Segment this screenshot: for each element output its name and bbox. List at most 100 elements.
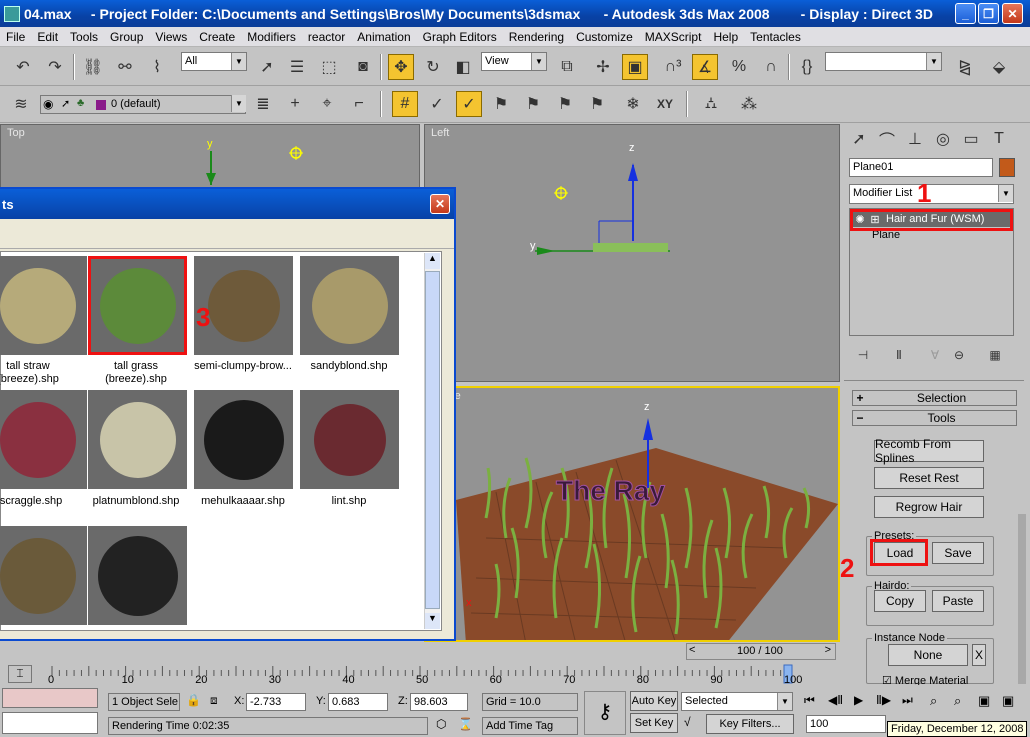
set-key-icon[interactable]: ⚷	[584, 691, 626, 735]
spinner-snap-icon[interactable]: ∩	[758, 54, 784, 80]
menu-edit[interactable]: Edit	[31, 30, 64, 44]
configure-sets-icon[interactable]: ▦	[982, 342, 1008, 368]
current-frame-field[interactable]: 100	[806, 715, 886, 733]
axis-constraint-icon[interactable]: XY	[652, 91, 678, 117]
manipulate-icon[interactable]: ✢	[590, 54, 616, 80]
tools-rollout[interactable]: − Tools	[852, 410, 1017, 426]
time-slider[interactable]: < 100 / 100 >	[686, 643, 836, 660]
default-tangent-icon[interactable]: √	[684, 715, 691, 729]
object-name-field[interactable]: Plane01	[849, 158, 993, 177]
menu-customize[interactable]: Customize	[570, 30, 639, 44]
mirror-icon[interactable]: ⧎	[952, 54, 978, 80]
preset-thumb-brown[interactable]	[0, 526, 87, 625]
snap-vertex-icon[interactable]: ✓	[456, 91, 482, 117]
lock-selection-icon[interactable]: 🔒	[186, 693, 201, 707]
reactor-icon[interactable]: ⛼	[698, 91, 724, 117]
angle-snap-icon[interactable]: ∡	[692, 54, 718, 80]
auto-key-button[interactable]: Auto Key	[630, 691, 678, 711]
create-layer-icon[interactable]: ≣	[250, 91, 276, 117]
previous-frame-icon[interactable]: ◀Ⅱ	[828, 693, 843, 707]
time-tag-icon[interactable]: ⌛	[458, 717, 473, 731]
x-coordinate-field[interactable]: -2.733	[246, 693, 306, 711]
zoom-extents-all-icon[interactable]: ▣	[1002, 693, 1014, 709]
layer-dropdown[interactable]: ◉ ➚ ♣ 0 (default) ▼	[40, 95, 246, 114]
menu-reactor[interactable]: reactor	[302, 30, 351, 44]
selection-lock-icon[interactable]: ⬡	[436, 717, 446, 731]
move-icon[interactable]: ✥	[388, 54, 414, 80]
snap-options-icon[interactable]: ❄	[620, 91, 646, 117]
modifier-list-dropdown[interactable]: Modifier List ▼	[849, 184, 1014, 204]
rotate-icon[interactable]: ↻	[420, 54, 446, 80]
next-frame-icon[interactable]: Ⅱ▶	[876, 693, 891, 707]
preset-list-scrollbar[interactable]: ▲ ▼	[424, 253, 440, 629]
preset-thumb-mehulkaaaar[interactable]	[194, 390, 293, 489]
particle-icon[interactable]: ⁂	[736, 91, 762, 117]
preset-thumb-sandyblond[interactable]	[300, 256, 399, 355]
scroll-up-icon[interactable]: ▲	[425, 253, 440, 269]
preset-list[interactable]: tall straw (breeze).shp tall grass (bree…	[0, 251, 442, 631]
key-filters-button[interactable]: Key Filters...	[706, 714, 794, 734]
scroll-down-icon[interactable]: ▼	[425, 613, 440, 629]
add-selection-icon[interactable]: +	[282, 91, 308, 117]
named-selection-dropdown[interactable]: ▼	[825, 52, 942, 71]
minimize-button[interactable]: _	[955, 3, 976, 24]
dialog-close-button[interactable]: ✕	[430, 194, 450, 214]
menu-views[interactable]: Views	[149, 30, 193, 44]
menu-file[interactable]: File	[0, 30, 31, 44]
hierarchy-tab-icon[interactable]: ⊥	[902, 126, 928, 152]
snap-3d-icon[interactable]: ∩³	[660, 54, 686, 80]
panel-scrollbar[interactable]	[1018, 514, 1026, 684]
percent-snap-icon[interactable]: %	[726, 54, 752, 80]
rect-selection-icon[interactable]: ⬚	[316, 54, 342, 80]
paste-hairdo-button[interactable]: Paste	[932, 590, 984, 612]
viewport-perspective[interactable]: ective z x The Ray	[424, 386, 840, 642]
keyboard-shortcut-override-icon[interactable]: ▣	[622, 54, 648, 80]
preset-thumb-tall-grass[interactable]	[88, 256, 187, 355]
selection-rollout[interactable]: + Selection	[852, 390, 1017, 406]
menu-animation[interactable]: Animation	[351, 30, 416, 44]
viewport-left[interactable]: Left z y	[424, 124, 840, 382]
zoom-all-icon[interactable]: ⌕	[954, 693, 961, 709]
pin-stack-icon[interactable]: ⊣	[850, 342, 876, 368]
make-unique-icon[interactable]: ∀	[922, 342, 948, 368]
zoom-icon[interactable]: ⌕	[930, 693, 937, 709]
select-in-layer-icon[interactable]: ⌖	[314, 91, 340, 117]
absolute-mode-icon[interactable]: ⧈	[210, 693, 218, 708]
select-object-icon[interactable]: ➚	[254, 54, 280, 80]
create-tab-icon[interactable]: ➚	[846, 126, 872, 152]
window-crossing-icon[interactable]: ◙	[350, 54, 376, 80]
undo-icon[interactable]: ↶	[10, 54, 36, 80]
select-link-icon[interactable]: ⛓	[80, 54, 106, 80]
play-icon[interactable]: ▶	[854, 693, 863, 707]
menu-tools[interactable]: Tools	[64, 30, 104, 44]
z-coordinate-field[interactable]: 98.603	[410, 693, 468, 711]
menu-help[interactable]: Help	[707, 30, 744, 44]
snap-face-icon[interactable]: ⚑	[584, 91, 610, 117]
layer-manager-icon[interactable]: ≋	[8, 91, 34, 117]
set-key-button[interactable]: Set Key	[630, 713, 678, 733]
scale-icon[interactable]: ◧	[450, 54, 476, 80]
y-coordinate-field[interactable]: 0.683	[328, 693, 388, 711]
show-end-result-icon[interactable]: Ⅱ	[886, 342, 912, 368]
clear-instance-button[interactable]: X	[972, 644, 986, 666]
bind-spacewarp-icon[interactable]: ⌇	[144, 54, 170, 80]
edit-named-selections-icon[interactable]: {}	[794, 54, 820, 80]
maxscript-listener-pink[interactable]	[2, 688, 98, 708]
time-prev-icon[interactable]: <	[689, 644, 695, 656]
go-to-start-icon[interactable]: ⏮	[804, 693, 815, 708]
trackbar[interactable]: ⌶ 0 10 20 30 40 50 60 70 80 90 100	[0, 662, 842, 686]
regrow-hair-button[interactable]: Regrow Hair	[874, 496, 984, 518]
time-next-icon[interactable]: >	[825, 644, 831, 656]
close-button[interactable]: ✕	[1002, 3, 1023, 24]
add-time-tag[interactable]: Add Time Tag	[482, 717, 578, 735]
preset-thumb-tall-straw[interactable]	[0, 256, 87, 355]
recomb-from-splines-button[interactable]: Recomb From Splines	[874, 437, 984, 465]
display-tab-icon[interactable]: ▭	[958, 126, 984, 152]
scroll-thumb[interactable]	[425, 271, 440, 609]
snap-midpoint-icon[interactable]: ⚑	[520, 91, 546, 117]
preset-thumb-platnumblond[interactable]	[88, 390, 187, 489]
copy-hairdo-button[interactable]: Copy	[874, 590, 926, 612]
snap-grid-icon[interactable]: #	[392, 91, 418, 117]
preset-thumb-lint[interactable]	[300, 390, 399, 489]
remove-modifier-icon[interactable]: ⊖	[946, 342, 972, 368]
